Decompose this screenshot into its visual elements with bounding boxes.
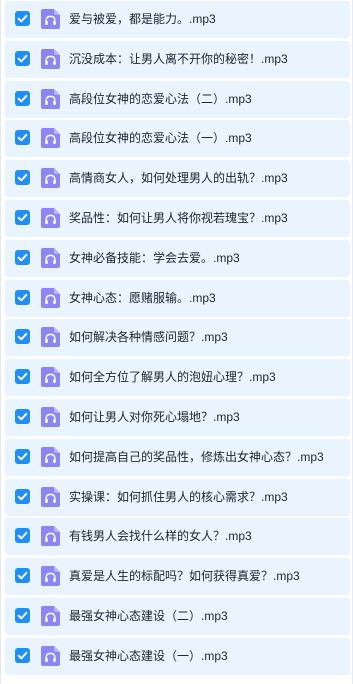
check-icon bbox=[17, 54, 28, 63]
file-name: 实操课：如何抓住男人的核心需求？.mp3 bbox=[69, 490, 288, 504]
file-name: 女神心态：愿赌服输。.mp3 bbox=[69, 291, 216, 305]
audio-file-icon bbox=[40, 486, 61, 508]
check-icon bbox=[17, 332, 28, 341]
file-name: 爱与被爱，都是能力。.mp3 bbox=[69, 12, 216, 26]
row-checkbox[interactable] bbox=[15, 329, 30, 344]
file-row[interactable]: 沉没成本：让男人离不开你的秘密！.mp3 bbox=[5, 41, 350, 78]
audio-file-icon bbox=[40, 8, 61, 30]
file-name: 奖品性：如何让男人将你视若瑰宝？.mp3 bbox=[69, 211, 288, 225]
row-checkbox[interactable] bbox=[15, 608, 30, 623]
row-checkbox[interactable] bbox=[15, 449, 30, 464]
audio-file-icon bbox=[40, 88, 61, 110]
file-row[interactable]: 女神心态：愿赌服输。.mp3 bbox=[5, 280, 350, 317]
check-icon bbox=[17, 14, 28, 23]
file-name: 高情商女人，如何处理男人的出轨？.mp3 bbox=[69, 171, 288, 185]
audio-file-icon bbox=[40, 326, 61, 348]
check-icon bbox=[17, 293, 28, 302]
row-checkbox[interactable] bbox=[15, 11, 30, 26]
row-checkbox[interactable] bbox=[15, 409, 30, 424]
row-checkbox[interactable] bbox=[15, 130, 30, 145]
file-list: 爱与被爱，都是能力。.mp3 沉没成本：让男人离不开你的秘密！.mp3 高段位女神的… bbox=[0, 0, 353, 684]
file-row[interactable]: 女神必备技能：学会去爱。.mp3 bbox=[5, 240, 350, 277]
file-row[interactable]: 高段位女神的恋爱心法（二）.mp3 bbox=[5, 81, 350, 118]
file-name: 最强女神心态建设（一）.mp3 bbox=[69, 649, 228, 663]
audio-file-icon bbox=[40, 605, 61, 627]
file-row[interactable]: 实操课：如何抓住男人的核心需求？.mp3 bbox=[5, 479, 350, 516]
audio-file-icon bbox=[40, 645, 61, 667]
file-name: 最强女神心态建设（二）.mp3 bbox=[69, 609, 228, 623]
file-row[interactable]: 有钱男人会找什么样的女人？.mp3 bbox=[5, 518, 350, 555]
row-checkbox[interactable] bbox=[15, 568, 30, 583]
row-checkbox[interactable] bbox=[15, 51, 30, 66]
check-icon bbox=[17, 133, 28, 142]
check-icon bbox=[17, 651, 28, 660]
file-row[interactable]: 最强女神心态建设（二）.mp3 bbox=[5, 598, 350, 635]
row-checkbox[interactable] bbox=[15, 210, 30, 225]
row-checkbox[interactable] bbox=[15, 91, 30, 106]
file-row[interactable]: 如何解决各种情感问题？.mp3 bbox=[5, 319, 350, 356]
file-row[interactable]: 如何全方位了解男人的泡妞心理？.mp3 bbox=[5, 359, 350, 396]
audio-file-icon bbox=[40, 48, 61, 70]
check-icon bbox=[17, 452, 28, 461]
audio-file-icon bbox=[40, 207, 61, 229]
file-row[interactable]: 爱与被爱，都是能力。.mp3 bbox=[5, 1, 350, 38]
file-name: 如何全方位了解男人的泡妞心理？.mp3 bbox=[69, 370, 276, 384]
check-icon bbox=[17, 611, 28, 620]
row-checkbox[interactable] bbox=[15, 648, 30, 663]
check-icon bbox=[17, 412, 28, 421]
file-row[interactable]: 奖品性：如何让男人将你视若瑰宝？.mp3 bbox=[5, 200, 350, 237]
file-name: 高段位女神的恋爱心法（二）.mp3 bbox=[69, 92, 252, 106]
audio-file-icon bbox=[40, 565, 61, 587]
row-checkbox[interactable] bbox=[15, 290, 30, 305]
check-icon bbox=[17, 173, 28, 182]
file-name: 沉没成本：让男人离不开你的秘密！.mp3 bbox=[69, 52, 288, 66]
file-name: 高段位女神的恋爱心法（一）.mp3 bbox=[69, 131, 252, 145]
file-name: 有钱男人会找什么样的女人？.mp3 bbox=[69, 529, 252, 543]
audio-file-icon bbox=[40, 406, 61, 428]
file-row[interactable]: 如何提高自己的奖品性，修炼出女神心态？.mp3 bbox=[5, 439, 350, 476]
file-row[interactable]: 真爱是人生的标配吗？如何获得真爱？.mp3 bbox=[5, 558, 350, 595]
row-checkbox[interactable] bbox=[15, 489, 30, 504]
check-icon bbox=[17, 571, 28, 580]
file-name: 如何提高自己的奖品性，修炼出女神心态？.mp3 bbox=[69, 450, 324, 464]
check-icon bbox=[17, 253, 28, 262]
audio-file-icon bbox=[40, 287, 61, 309]
file-name: 女神必备技能：学会去爱。.mp3 bbox=[69, 251, 240, 265]
check-icon bbox=[17, 372, 28, 381]
file-row[interactable]: 高情商女人，如何处理男人的出轨？.mp3 bbox=[5, 160, 350, 197]
file-row[interactable]: 高段位女神的恋爱心法（一）.mp3 bbox=[5, 120, 350, 157]
file-row[interactable]: 最强女神心态建设（一）.mp3 bbox=[5, 638, 350, 675]
audio-file-icon bbox=[40, 366, 61, 388]
row-checkbox[interactable] bbox=[15, 250, 30, 265]
file-name: 真爱是人生的标配吗？如何获得真爱？.mp3 bbox=[69, 569, 300, 583]
file-row[interactable]: 如何让男人对你死心塌地？.mp3 bbox=[5, 399, 350, 436]
check-icon bbox=[17, 94, 28, 103]
audio-file-icon bbox=[40, 247, 61, 269]
row-checkbox[interactable] bbox=[15, 170, 30, 185]
check-icon bbox=[17, 492, 28, 501]
audio-file-icon bbox=[40, 127, 61, 149]
row-checkbox[interactable] bbox=[15, 528, 30, 543]
file-name: 如何解决各种情感问题？.mp3 bbox=[69, 330, 228, 344]
audio-file-icon bbox=[40, 446, 61, 468]
check-icon bbox=[17, 531, 28, 540]
audio-file-icon bbox=[40, 525, 61, 547]
audio-file-icon bbox=[40, 167, 61, 189]
row-checkbox[interactable] bbox=[15, 369, 30, 384]
check-icon bbox=[17, 213, 28, 222]
file-name: 如何让男人对你死心塌地？.mp3 bbox=[69, 410, 240, 424]
